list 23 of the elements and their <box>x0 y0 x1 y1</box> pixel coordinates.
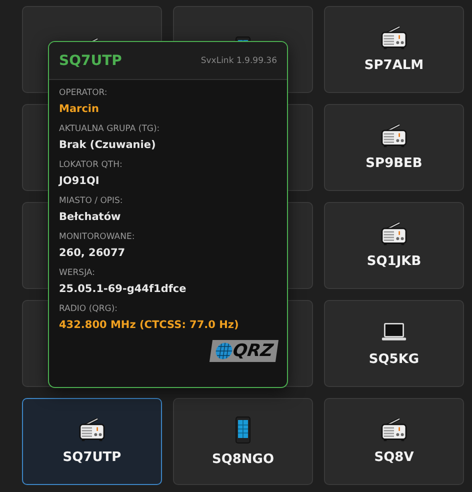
version-label: SvxLink 1.9.99.36 <box>200 56 277 66</box>
callsign: SP7ALM <box>364 58 424 73</box>
field-label: MIASTO / OPIS: <box>59 196 124 206</box>
field-value: JO91QI <box>59 175 100 187</box>
callsign: SQ8V <box>374 450 414 465</box>
field-value: 260, 26077 <box>59 247 126 259</box>
field-value: Brak (Czuwanie) <box>59 139 157 151</box>
field-label: WERSJA: <box>59 268 96 278</box>
callsign: SQ1JKB <box>366 254 422 269</box>
callsign: SQ7UTP <box>62 450 122 465</box>
callsign: SQ5KG <box>368 352 420 367</box>
field-label: RADIO (QRG): <box>59 304 118 314</box>
field-value: Marcin <box>59 103 100 115</box>
field-label: LOKATOR QTH: <box>59 160 124 170</box>
field-label: OPERATOR: <box>59 88 108 98</box>
callsign: SP9BEB <box>366 156 422 171</box>
field-value: 432.800 MHz (CTCSS: 77.0 Hz) <box>59 319 240 331</box>
field-label: MONITOROWANE: <box>59 232 136 242</box>
callsign: SQ8NGO <box>212 452 274 467</box>
popup-callsign: SQ7UTP <box>59 52 122 68</box>
field-value: 25.05.1-69-g44f1dfce <box>59 283 188 295</box>
field-value: Bełchatów <box>59 211 122 223</box>
field-label: AKTUALNA GRUPA (TG): <box>59 124 161 134</box>
